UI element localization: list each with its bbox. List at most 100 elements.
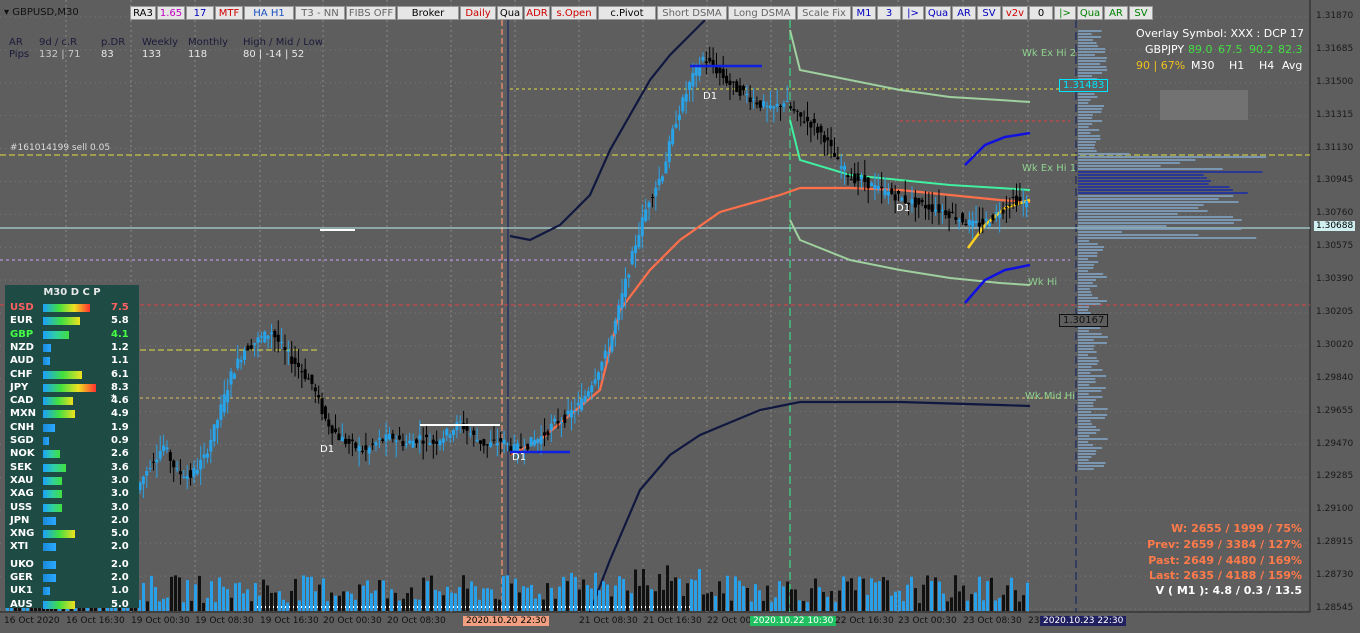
toolbar-button-9[interactable]: Qua (497, 6, 523, 20)
toolbar-button-14[interactable]: Long DSMA (728, 6, 796, 20)
volume-bar (218, 577, 221, 611)
toolbar-button-1[interactable]: 1.65 (157, 6, 185, 20)
order-label[interactable]: #161014199 sell 0.05 (10, 143, 110, 153)
candle-body (556, 421, 560, 424)
candle-body (991, 215, 995, 221)
candle-body (866, 177, 870, 189)
d1-label-a: D1 (703, 91, 718, 102)
candle-body (994, 212, 998, 214)
candle-body (178, 471, 182, 475)
volume-bar (434, 589, 437, 611)
toolbar-button-6[interactable]: FIBS OFF (346, 6, 396, 20)
currency-row-sek: SEK 3.6 (5, 462, 139, 475)
candle-body (367, 447, 371, 454)
currency-value: 1.0 (111, 585, 129, 597)
time-tick: 2020.10.20 22:30 (463, 616, 550, 626)
volume-bar (326, 601, 329, 611)
toolbar-button-26[interactable]: AR (1104, 6, 1128, 20)
volume-bar (830, 591, 833, 611)
toolbar-button-12[interactable]: c.Pivot (598, 6, 656, 20)
toolbar-button-2[interactable]: 17 (186, 6, 214, 20)
price-tick: 1.31130 (1316, 142, 1354, 153)
toolbar-button-7[interactable]: Broker (397, 6, 459, 20)
volume-bar (1018, 601, 1021, 611)
chart-window[interactable]: ▾ GBPUSD,M30 RA3 1.65 17 MTF HA H1 T3 - NN FIB… (0, 0, 1360, 633)
volume-bar (674, 577, 677, 611)
toolbar-button-20[interactable]: AR (952, 6, 976, 20)
volume-profile-bar (1078, 429, 1101, 431)
volume-bar (266, 585, 269, 611)
volume-bar (318, 584, 321, 611)
toolbar-button-8[interactable]: Daily (460, 6, 496, 20)
volume-bar (758, 590, 761, 611)
currency-row-aus: AUS 5.0 (5, 599, 139, 612)
toolbar-button-22[interactable]: v2v (1002, 6, 1028, 20)
toolbar-button-0[interactable]: RA3 (130, 6, 156, 20)
toolbar-button-3[interactable]: MTF (215, 6, 243, 20)
volume-bar (614, 585, 617, 611)
currency-value: 4.9 (111, 408, 129, 420)
candle-body (1018, 196, 1022, 201)
volume-bar (202, 602, 205, 611)
candle-body (222, 394, 226, 413)
toolbar-button-15[interactable]: Scale Fix (797, 6, 851, 20)
volume-bar (954, 575, 957, 611)
toolbar-button-13[interactable]: Short DSMA (657, 6, 727, 20)
toolbar-button-11[interactable]: s.Open (551, 6, 597, 20)
volume-bar (374, 590, 377, 611)
volume-profile-bar (1078, 270, 1089, 272)
volume-profile-bar (1078, 279, 1096, 281)
candle-body (677, 114, 681, 121)
candle-body (303, 369, 307, 379)
currency-row-eur: EUR 5.8 (5, 315, 139, 328)
toolbar-button-5[interactable]: T3 - NN (295, 6, 345, 20)
candle-body (280, 342, 284, 344)
toolbar-button-24[interactable]: |> (1054, 6, 1076, 20)
candle-body (387, 434, 391, 440)
toolbar-button-16[interactable]: M1 (852, 6, 876, 20)
candle-body (799, 112, 803, 117)
toolbar-button-18[interactable]: |> (902, 6, 924, 20)
candle-body (738, 85, 742, 96)
volume-bar (558, 586, 561, 611)
currency-value: 6.1 (111, 368, 129, 380)
candle-body (657, 178, 661, 186)
toolbar-button-10[interactable]: ADR (524, 6, 550, 20)
volume-bar (622, 579, 625, 611)
toolbar-button-27[interactable]: SV (1129, 6, 1153, 20)
volume-profile-bar (1078, 168, 1223, 170)
toolbar-button-19[interactable]: Qua (925, 6, 951, 20)
volume-profile-bar (1078, 216, 1234, 218)
candle-body (950, 211, 954, 213)
toolbar-button-17[interactable]: 3 (877, 6, 901, 20)
weekly-value: 133 (142, 49, 162, 60)
candle-body (431, 439, 435, 444)
currency-name: UK1 (10, 585, 33, 597)
candle-body (532, 439, 536, 446)
volume-bar (586, 584, 589, 611)
candle-body (155, 459, 159, 463)
volume-bar (162, 598, 165, 611)
toolbar-button-4[interactable]: HA H1 (244, 6, 294, 20)
strength-bar (43, 600, 75, 609)
price-tick: 1.29100 (1316, 504, 1354, 515)
volume-profile-bar (1078, 327, 1101, 329)
volume-bar (606, 584, 609, 611)
volume-bar (442, 595, 445, 611)
candle-body (627, 274, 631, 278)
volume-bar (678, 578, 681, 611)
volume-bar (366, 580, 369, 611)
volume-bar (574, 576, 577, 611)
candle-body (243, 350, 247, 361)
volume-bar (422, 577, 425, 611)
volume-bar (186, 580, 189, 611)
toolbar-button-23[interactable]: 0 (1029, 6, 1053, 20)
candle-body (856, 173, 860, 181)
toolbar-button-21[interactable]: SV (977, 6, 1001, 20)
volume-profile-bar (1078, 390, 1102, 392)
volume-bar (994, 600, 997, 611)
toolbar-button-25[interactable]: Qua (1077, 6, 1103, 20)
price-tick: 1.28545 (1316, 603, 1354, 613)
currency-name: CAD (10, 395, 34, 407)
candle-body (701, 56, 705, 61)
